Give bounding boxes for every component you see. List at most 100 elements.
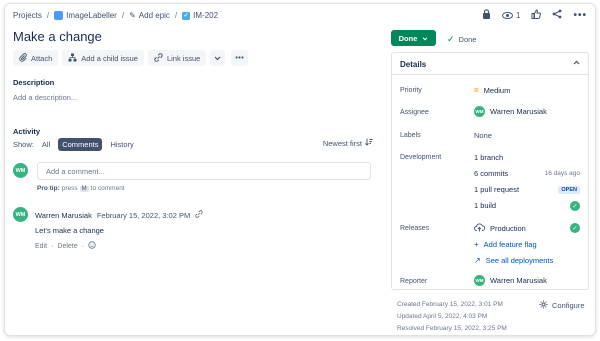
- details-title: Details: [400, 60, 427, 69]
- checkmark-icon: ✓: [447, 34, 455, 44]
- priority-value: Medium: [483, 86, 511, 95]
- reporter-avatar: WM: [474, 275, 485, 286]
- issue-view: Projects / ImageLabeller / ✎ Add epic / …: [4, 3, 596, 336]
- more-icon[interactable]: •••: [573, 10, 587, 21]
- issue-title[interactable]: Make a change: [13, 29, 102, 44]
- pro-tip-key: M: [79, 185, 89, 192]
- build-link[interactable]: 1 build: [474, 201, 496, 210]
- pr-status-badge: OPEN: [558, 186, 580, 194]
- eye-icon: [502, 12, 514, 19]
- attach-label: Attach: [31, 53, 53, 63]
- filter-comments[interactable]: Comments: [58, 138, 103, 151]
- add-epic-button[interactable]: ✎ Add epic: [129, 11, 170, 20]
- releases-label: Releases: [400, 225, 430, 232]
- edit-comment-link[interactable]: Edit: [35, 243, 47, 250]
- show-label: Show:: [13, 140, 34, 149]
- add-child-issue-button[interactable]: Add a child issue: [62, 50, 144, 66]
- add-feature-flag-link[interactable]: + Add feature flag: [474, 240, 537, 249]
- see-deployments-link[interactable]: ↗ See all deployments: [474, 256, 553, 265]
- more-actions-button[interactable]: •••: [231, 50, 249, 66]
- updated-date: Updated April 5, 2022, 4:03 PM: [397, 313, 488, 320]
- activity-label: Activity: [13, 127, 41, 136]
- hierarchy-icon: [68, 53, 77, 64]
- labels-field[interactable]: None: [474, 131, 492, 140]
- add-feature-flag-label: Add feature flag: [483, 240, 537, 249]
- filter-history[interactable]: History: [106, 138, 137, 151]
- link-issue-button[interactable]: Link issue: [147, 50, 207, 66]
- description-field[interactable]: Add a description...: [13, 93, 77, 102]
- pro-tip: Pro tip: press M to comment: [37, 185, 125, 192]
- description-label: Description: [13, 78, 55, 87]
- pull-request-link[interactable]: 1 pull request: [474, 185, 519, 194]
- share-icon[interactable]: [552, 9, 562, 22]
- comment-date[interactable]: February 15, 2022, 3:02 PM: [97, 211, 190, 220]
- plus-icon: +: [474, 240, 479, 249]
- emoji-reaction-icon[interactable]: [88, 241, 96, 251]
- priority-field[interactable]: = Medium: [474, 86, 510, 95]
- commits-link[interactable]: 6 commits: [474, 169, 508, 178]
- link-issue-label: Link issue: [166, 53, 201, 63]
- comment-body: Let's make a change: [35, 226, 104, 235]
- details-header[interactable]: Details: [392, 53, 588, 75]
- add-child-issue-label: Add a child issue: [81, 53, 138, 63]
- current-user-avatar[interactable]: WM: [13, 163, 28, 178]
- link-icon: [154, 52, 163, 64]
- breadcrumb: Projects / ImageLabeller / ✎ Add epic / …: [13, 11, 218, 20]
- cloud-upload-icon: [474, 223, 486, 234]
- task-checkbox-icon: ✓: [182, 11, 191, 20]
- more-icon: •••: [235, 54, 245, 62]
- resolution-status: ✓ Done: [447, 34, 476, 45]
- breadcrumb-issue[interactable]: ✓ IM-202: [182, 11, 218, 20]
- development-label: Development: [400, 154, 442, 161]
- assignee-field[interactable]: WM Warren Marusiak: [474, 106, 547, 117]
- arrow-up-right-icon: ↗: [474, 256, 481, 265]
- breadcrumb-project[interactable]: ImageLabeller: [54, 11, 117, 20]
- commits-age: 16 days ago: [544, 170, 580, 177]
- filter-all[interactable]: All: [38, 138, 54, 151]
- breadcrumb-projects[interactable]: Projects: [13, 11, 42, 20]
- pencil-icon: ✎: [129, 11, 136, 20]
- assignee-avatar: WM: [474, 106, 485, 117]
- link-icon[interactable]: [195, 210, 203, 220]
- chevron-up-icon[interactable]: [573, 58, 580, 67]
- comment-author-avatar[interactable]: WM: [13, 207, 28, 222]
- status-transition-button[interactable]: Done: [391, 30, 436, 46]
- see-deployments-label: See all deployments: [485, 256, 554, 265]
- release-production[interactable]: Production: [474, 223, 526, 234]
- comment-author[interactable]: Warren Marusiak: [35, 211, 92, 220]
- link-issue-dropdown[interactable]: [210, 50, 226, 66]
- paperclip-icon: [19, 52, 27, 64]
- sort-icon: [365, 138, 373, 148]
- issue-actions: 1 •••: [482, 9, 587, 22]
- assignee-label: Assignee: [400, 109, 429, 116]
- configure-button[interactable]: Configure: [539, 300, 585, 311]
- status-label: Done: [398, 33, 418, 43]
- breadcrumb-separator: /: [121, 11, 125, 20]
- sort-toggle[interactable]: Newest first: [323, 138, 373, 148]
- branch-link[interactable]: 1 branch: [474, 153, 503, 162]
- watch-button[interactable]: 1: [502, 11, 520, 20]
- labels-label: Labels: [400, 132, 421, 139]
- success-check-icon: ✓: [570, 223, 580, 233]
- chevron-down-icon: [214, 54, 221, 63]
- breadcrumb-separator: /: [174, 11, 178, 20]
- priority-label: Priority: [400, 87, 422, 94]
- project-icon: [54, 11, 64, 20]
- assignee-value: Warren Marusiak: [490, 107, 547, 116]
- comment-header: Warren Marusiak February 15, 2022, 3:02 …: [35, 210, 203, 220]
- created-date: Created February 15, 2022, 3:01 PM: [397, 301, 503, 308]
- delete-comment-link[interactable]: Delete: [57, 243, 77, 250]
- reporter-field[interactable]: WM Warren Marusiak: [474, 275, 547, 286]
- comment-input[interactable]: Add a comment...: [37, 162, 371, 180]
- comment-actions: Edit · Delete ·: [35, 241, 96, 251]
- add-epic-label: Add epic: [138, 11, 170, 20]
- pro-tip-suffix: to comment: [90, 185, 125, 192]
- separator-dot: ·: [81, 242, 84, 250]
- release-env-value: Production: [490, 224, 526, 233]
- resolved-date: Resolved February 15, 2022, 3:25 PM: [397, 325, 507, 332]
- thumbs-up-icon[interactable]: [531, 9, 542, 22]
- configure-label: Configure: [552, 301, 585, 310]
- attach-button[interactable]: Attach: [13, 50, 59, 66]
- activity-filter: Show: All Comments History: [13, 138, 138, 151]
- lock-icon[interactable]: [482, 9, 491, 22]
